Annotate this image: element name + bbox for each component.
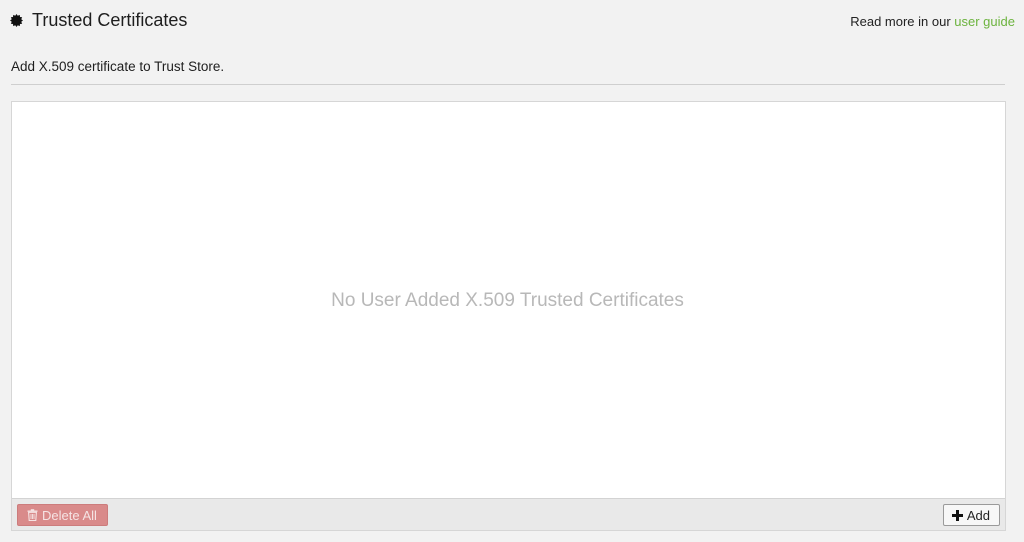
add-label: Add <box>966 507 990 523</box>
delete-all-label: Delete All <box>42 507 97 523</box>
trash-icon <box>27 509 38 521</box>
add-button[interactable]: Add <box>942 504 1000 526</box>
header-divider <box>11 84 1005 85</box>
seal-badge-icon <box>10 13 23 27</box>
page-title: Trusted Certificates <box>32 10 188 30</box>
plus-icon <box>951 509 963 521</box>
title-group: Trusted Certificates <box>10 9 187 31</box>
certificates-list-empty: No User Added X.509 Trusted Certificates <box>12 102 1005 498</box>
trusted-certificates-page: Trusted Certificates Read more in our us… <box>0 0 1024 542</box>
certificates-panel: No User Added X.509 Trusted Certificates… <box>11 101 1006 531</box>
help-text: Read more in our user guide <box>850 14 1015 29</box>
page-subtitle: Add X.509 certificate to Trust Store. <box>11 59 225 74</box>
user-guide-link[interactable]: user guide <box>954 14 1015 29</box>
page-header: Trusted Certificates Read more in our us… <box>0 0 1024 42</box>
help-prefix: Read more in our <box>850 14 955 29</box>
delete-all-button[interactable]: Delete All <box>17 504 108 526</box>
panel-footer: Delete All Add <box>12 498 1005 530</box>
empty-message: No User Added X.509 Trusted Certificates <box>331 290 684 311</box>
